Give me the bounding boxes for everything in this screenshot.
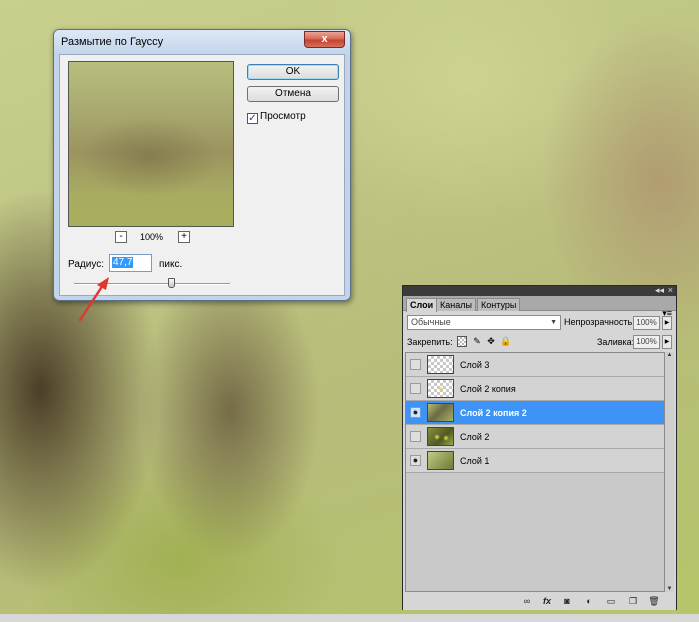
tab-layers[interactable]: Слои (406, 298, 438, 312)
layer-name: Слой 2 (460, 432, 490, 442)
ok-button[interactable]: OK (247, 64, 339, 80)
blur-preview-pane[interactable] (68, 61, 234, 227)
panel-bottom-toolbar: ∞ fx ◙ ◐ ▭ ❐ 🗑 (403, 593, 676, 610)
zoom-out-button[interactable]: - (115, 231, 127, 243)
lock-all-icon[interactable]: 🔒 (500, 336, 511, 347)
radius-label: Радиус: (68, 259, 104, 270)
lock-pixels-icon[interactable]: ✎ (472, 336, 482, 347)
preview-checkbox-label: Просмотр (260, 111, 306, 122)
dialog-titlebar[interactable]: Размытие по Гауссу x (54, 30, 350, 54)
link-icon[interactable]: ∞ (521, 595, 533, 607)
layer-name: Слой 1 (460, 456, 490, 466)
radius-unit: пикс. (159, 259, 183, 270)
fill-arrow-icon[interactable]: ▶ (662, 335, 672, 349)
eye-icon[interactable]: ● (410, 407, 421, 418)
close-panel-icon[interactable]: × (668, 285, 673, 295)
layer-thumbnail (427, 427, 454, 446)
blend-mode-value: Обычные (411, 317, 451, 327)
cancel-button[interactable]: Отмена (247, 86, 339, 102)
eye-icon[interactable]: ● (410, 455, 421, 466)
dialog-title: Размытие по Гауссу (61, 36, 164, 48)
collapse-panel-icon[interactable]: ◂◂ (655, 285, 664, 295)
layers-panel: ◂◂ × Слои Каналы Контуры ▾≡ Обычные ▼ Не… (402, 285, 677, 610)
layer-name: Слой 3 (460, 360, 490, 370)
tab-channels[interactable]: Каналы (436, 298, 476, 311)
lock-label: Закрепить: (407, 337, 453, 347)
tab-paths[interactable]: Контуры (477, 298, 521, 311)
trash-icon[interactable]: 🗑 (648, 595, 660, 607)
layer-row[interactable]: ● Слой 1 (406, 449, 664, 473)
zoom-in-button[interactable]: + (178, 231, 190, 243)
layer-name: Слой 2 копия (460, 384, 516, 394)
new-layer-icon[interactable]: ❐ (627, 595, 639, 607)
adjustment-icon[interactable]: ◐ (583, 595, 595, 607)
layer-row[interactable]: Слой 3 (406, 353, 664, 377)
fx-icon[interactable]: fx (541, 595, 553, 607)
layer-row-selected[interactable]: ● Слой 2 копия 2 (406, 401, 664, 425)
folder-icon[interactable]: ▭ (605, 595, 617, 607)
red-arrow-annotation (78, 277, 109, 322)
zoom-level: 100% (140, 232, 164, 242)
dialog-body: - 100% + Радиус: 47,7 пикс. OK Отмена ✓ П… (59, 54, 345, 296)
visibility-toggle[interactable] (410, 383, 421, 394)
blend-mode-select[interactable]: Обычные ▼ (407, 315, 561, 330)
panel-topbar[interactable]: ◂◂ × (403, 285, 676, 296)
workspace-bottom-strip (0, 614, 699, 622)
chevron-down-icon: ▼ (550, 319, 557, 326)
panel-tabs: Слои Каналы Контуры ▾≡ (403, 296, 676, 318)
visibility-toggle[interactable] (410, 359, 421, 370)
layers-list: Слой 3 Слой 2 копия ● Слой 2 копия 2 Сло… (405, 352, 665, 592)
layer-name: Слой 2 копия 2 (460, 408, 527, 418)
visibility-toggle[interactable] (410, 431, 421, 442)
layer-thumbnail (427, 355, 454, 374)
layer-row[interactable]: Слой 2 (406, 425, 664, 449)
layer-thumbnail (427, 451, 454, 470)
layers-scrollbar[interactable]: ▲ ▼ (665, 352, 674, 592)
lock-position-icon[interactable]: ✥ (486, 336, 496, 347)
scroll-up-icon[interactable]: ▲ (665, 352, 674, 358)
gaussian-blur-dialog: Размытие по Гауссу x - 100% + Радиус: 47… (53, 29, 351, 301)
close-button[interactable]: x (304, 31, 345, 48)
radius-value: 47,7 (112, 257, 134, 268)
opacity-field[interactable]: 100% (633, 316, 660, 330)
mask-icon[interactable]: ◙ (561, 595, 573, 607)
fill-field[interactable]: 100% (633, 335, 660, 349)
layer-thumbnail (427, 379, 454, 398)
radius-input[interactable]: 47,7 (109, 254, 152, 272)
opacity-arrow-icon[interactable]: ▶ (662, 316, 672, 330)
lock-transparency-icon[interactable] (457, 336, 467, 347)
layer-thumbnail (427, 403, 454, 422)
scroll-down-icon[interactable]: ▼ (665, 586, 674, 592)
opacity-label: Непрозрачность: (564, 317, 635, 327)
layer-row[interactable]: Слой 2 копия (406, 377, 664, 401)
fill-label: Заливка: (597, 337, 635, 347)
preview-checkbox-row[interactable]: ✓ Просмотр (247, 111, 306, 124)
preview-checkbox[interactable]: ✓ (247, 113, 258, 124)
radius-slider-thumb[interactable] (168, 278, 175, 288)
